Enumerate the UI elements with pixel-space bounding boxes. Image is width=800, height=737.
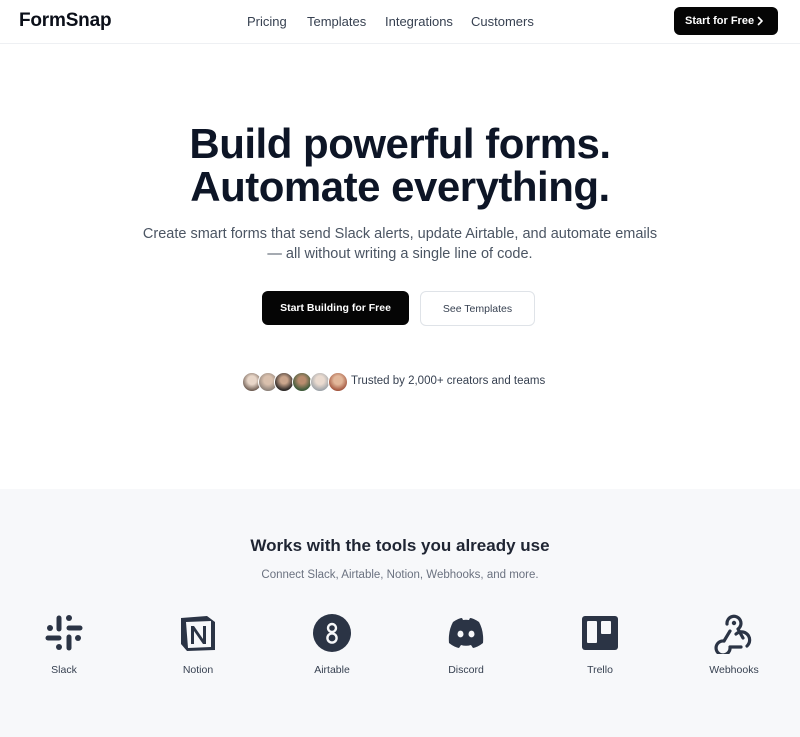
- tool-discord[interactable]: Discord: [421, 612, 511, 682]
- trust-text: Trusted by 2,000+ creators and teams: [351, 375, 546, 387]
- slack-icon: [45, 615, 83, 651]
- nav-link-pricing[interactable]: Pricing: [247, 14, 287, 29]
- avatar: [292, 372, 312, 392]
- hero-title-line-2: Automate everything.: [190, 163, 610, 210]
- site-header: FormSnap Pricing Templates Integrations …: [0, 0, 800, 44]
- avatar: [328, 372, 348, 392]
- nav-link-integrations[interactable]: Integrations: [385, 14, 453, 29]
- tool-label: Slack: [51, 664, 77, 676]
- notion-icon: [181, 616, 215, 651]
- hero-title: Build powerful forms. Automate everythin…: [0, 122, 800, 208]
- trello-icon: [582, 616, 618, 650]
- integrations-section: Works with the tools you already use Con…: [0, 489, 800, 737]
- tool-slack[interactable]: Slack: [19, 612, 109, 682]
- tool-label: Webhooks: [709, 664, 759, 676]
- nav-link-templates[interactable]: Templates: [307, 14, 366, 29]
- airtable-icon: [313, 614, 351, 652]
- chevron-right-icon: [757, 16, 763, 26]
- start-building-button[interactable]: Start Building for Free: [262, 291, 409, 325]
- hero-subtitle-line-2: — all without writing a single line of c…: [267, 246, 533, 262]
- tool-webhooks[interactable]: Webhooks: [689, 612, 779, 682]
- start-for-free-label: Start for Free: [685, 15, 755, 27]
- tool-label: Trello: [587, 664, 613, 676]
- webhooks-icon: [714, 614, 752, 654]
- discord-icon: [448, 618, 484, 648]
- avatar-stack: [242, 372, 348, 392]
- hero-subtitle-line-1: Create smart forms that send Slack alert…: [142, 226, 658, 242]
- tool-label: Notion: [182, 664, 214, 676]
- avatar: [274, 372, 294, 392]
- integrations-title: Works with the tools you already use: [250, 536, 550, 555]
- integrations-subtitle: Connect Slack, Airtable, Notion, Webhook…: [261, 569, 539, 581]
- start-for-free-button[interactable]: Start for Free: [674, 7, 778, 35]
- tool-trello[interactable]: Trello: [555, 612, 645, 682]
- hero-subtitle: Create smart forms that send Slack alert…: [120, 224, 680, 264]
- tool-label: Discord: [448, 664, 484, 676]
- hero-title-line-1: Build powerful forms.: [189, 120, 611, 167]
- tool-label: Airtable: [314, 664, 350, 676]
- tool-notion[interactable]: Notion: [153, 612, 243, 682]
- see-templates-button[interactable]: See Templates: [420, 291, 535, 326]
- avatar: [310, 372, 330, 392]
- tool-airtable[interactable]: Airtable: [287, 612, 377, 682]
- nav-link-customers[interactable]: Customers: [471, 14, 534, 29]
